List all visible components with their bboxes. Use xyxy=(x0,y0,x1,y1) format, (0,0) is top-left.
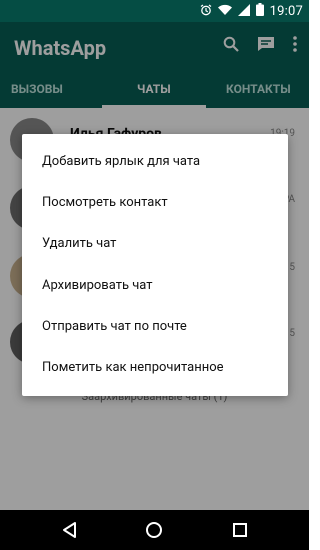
cell-signal-icon xyxy=(237,3,250,19)
status-icons: 19:07 xyxy=(200,3,303,19)
home-icon[interactable] xyxy=(141,518,167,542)
menu-add-shortcut[interactable]: Добавить ярлык для чата xyxy=(42,154,200,169)
menu-mark-unread[interactable]: Пометить как непрочитанное xyxy=(42,360,224,375)
wifi-icon xyxy=(217,4,232,19)
menu-delete-chat[interactable]: Удалить чат xyxy=(42,236,116,251)
status-bar: 19:07 xyxy=(0,0,309,22)
status-time: 19:07 xyxy=(269,3,303,19)
menu-view-contact[interactable]: Посмотреть контакт xyxy=(42,195,168,210)
back-icon[interactable] xyxy=(56,518,82,542)
system-nav-bar xyxy=(0,510,309,550)
chat-context-menu: Добавить ярлык для чата Посмотреть конта… xyxy=(22,134,288,396)
alarm-icon xyxy=(200,4,212,19)
recents-icon[interactable] xyxy=(227,518,253,542)
battery-icon xyxy=(255,3,264,19)
menu-email-chat[interactable]: Отправить чат по почте xyxy=(42,319,187,334)
menu-archive-chat[interactable]: Архивировать чат xyxy=(42,278,153,293)
